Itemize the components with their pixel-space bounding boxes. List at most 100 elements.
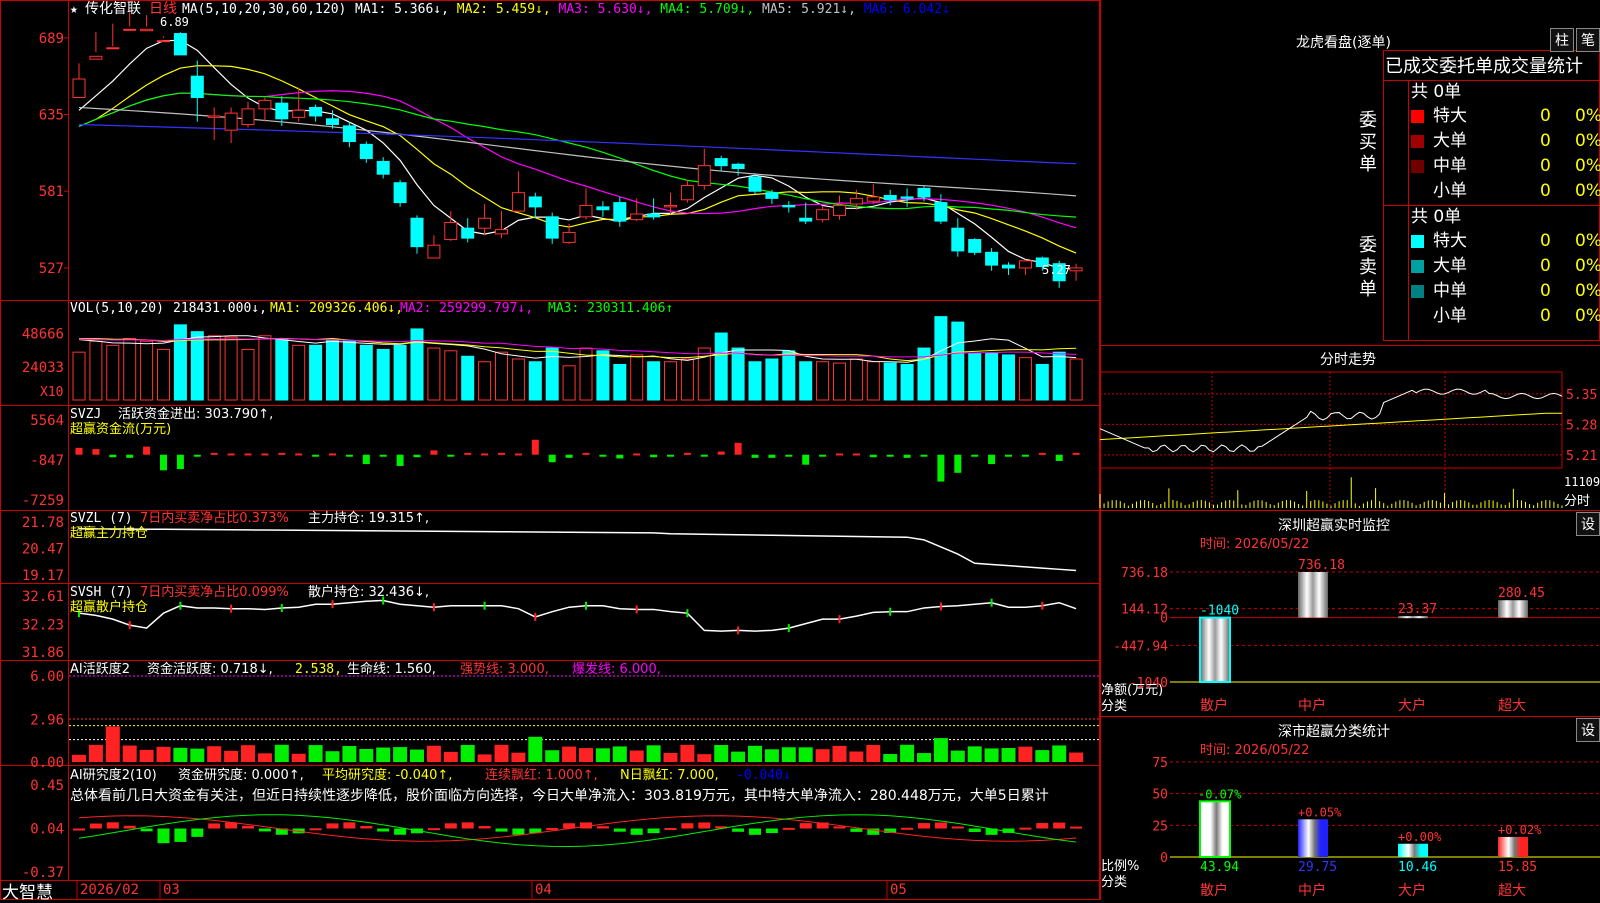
svzj-bar: [75, 447, 83, 455]
volume-bar: [207, 335, 221, 401]
volume-bar: [461, 355, 475, 401]
classify-title: 深市超赢分类统计: [1278, 724, 1390, 740]
candle-body: [545, 216, 559, 239]
svzj-bar: [988, 454, 996, 465]
volume-bar: [765, 358, 779, 401]
order-count: 0: [1540, 106, 1551, 126]
ai2-bar: [309, 828, 322, 831]
candle-body: [630, 213, 644, 221]
ai1-bar: [410, 749, 424, 762]
ai1-bar: [849, 751, 864, 762]
ai1-bar: [105, 726, 120, 762]
ai2-bar: [444, 823, 457, 829]
ai2-bar: [360, 825, 373, 829]
classify-tick: 75: [1152, 756, 1168, 771]
ai2-line-green: [78, 814, 1077, 848]
order-percent: 0%: [1575, 281, 1600, 301]
svzj-bar: [362, 454, 370, 465]
classify-tick: 0: [1160, 851, 1168, 866]
svzj-bar: [295, 453, 303, 456]
svsh-sub: 超赢散户持仓: [70, 599, 148, 615]
ai1-bar: [579, 748, 593, 762]
ai2-bar: [1036, 823, 1049, 829]
intraday-tick: 5.28: [1566, 418, 1597, 433]
ai2-bar: [833, 826, 846, 829]
ai2-bar: [123, 825, 136, 829]
svzj-bar: [498, 452, 505, 455]
ma-values: MA1: 5.366↓, MA2: 5.459↓, MA3: 5.630↓, M…: [355, 2, 950, 17]
svzj-sub: 超赢资金流(万元): [70, 421, 171, 437]
svsh-marker: [128, 621, 131, 630]
ai2-bar: [427, 828, 440, 831]
intraday-chart: 5.35 5.28 5.21 11109 分时: [1099, 371, 1600, 510]
volume-bar: [1002, 354, 1015, 401]
order-type: 大单: [1433, 256, 1467, 276]
tick-mode-button[interactable]: 笔: [1576, 28, 1600, 52]
ai2-bar: [495, 828, 508, 832]
svzj-bar: [345, 454, 353, 457]
lhb-title: 龙虎看盘(逐单): [1296, 35, 1391, 51]
volume-bar: [309, 344, 323, 401]
order-swatch: [1411, 285, 1424, 298]
order-count: 0: [1540, 281, 1551, 301]
ai1-bar: [1052, 745, 1067, 762]
svzj-bar: [244, 453, 252, 456]
ai2-bar: [89, 823, 102, 829]
price-tick: 581: [39, 184, 64, 200]
volume-bar: [275, 339, 289, 401]
bar-mode-button[interactable]: 柱: [1550, 28, 1574, 52]
svzj-bar: [160, 454, 167, 471]
candle-body: [917, 187, 931, 198]
intraday-price-line: [1099, 388, 1563, 453]
candle-body: [985, 251, 999, 266]
svzl-main: 主力持仓: 19.315↑,: [308, 511, 429, 526]
ai2-bar: [951, 826, 964, 829]
ai1-bar: [545, 750, 560, 762]
candle-body: [951, 227, 965, 252]
volume-bar: [664, 361, 677, 401]
svzj-bar: [565, 454, 573, 458]
monitor-settings-button[interactable]: 设: [1576, 512, 1600, 536]
candle-body: [106, 47, 120, 50]
svzj-bar: [430, 450, 438, 455]
vol-unit: X10: [40, 385, 63, 400]
classify-settings-button[interactable]: 设: [1576, 718, 1600, 742]
volume-bar: [528, 361, 542, 401]
svzj-chart: 5564 -847 -7259: [22, 413, 1080, 509]
candle-body: [342, 125, 356, 143]
volume-bar: [292, 344, 306, 401]
monitor-category-label: 分类: [1101, 699, 1127, 714]
volume-bar: [427, 347, 441, 401]
ai1-bar: [933, 738, 948, 762]
ai1-bar: [139, 749, 154, 762]
svzj-bar: [599, 454, 607, 457]
order-row: 大单 0 0%: [1385, 129, 1600, 154]
svsh-marker: [1041, 601, 1044, 610]
svzj-bar: [920, 454, 928, 457]
classify-unit: 比例%: [1101, 859, 1139, 874]
order-type: 中单: [1433, 281, 1467, 301]
order-row: 中单 0 0%: [1385, 279, 1600, 304]
ai2-bar: [242, 825, 254, 829]
order-percent: 0%: [1575, 181, 1600, 201]
ma-prefix: MA(5,10,20,30,60,120): [182, 2, 346, 17]
svzj-bar: [819, 454, 827, 457]
classify-category-label: 分类: [1101, 875, 1127, 890]
svzj-bar: [464, 452, 472, 455]
ai2-d: N日飘红: 7.000,: [620, 767, 719, 783]
volume-bar: [900, 363, 914, 401]
ai1-e: 爆发线: 6.000,: [572, 661, 661, 677]
candle-body: [866, 196, 880, 202]
svsh-marker: [280, 603, 283, 612]
svzj-bar: [700, 454, 708, 457]
candle-body: [833, 204, 846, 216]
ai2-bar: [140, 828, 153, 832]
classify-bar: [1199, 800, 1231, 858]
ai1-bar: [359, 748, 374, 762]
volume-bar: [714, 332, 728, 401]
volume-bar: [495, 351, 508, 401]
candle-body: [72, 78, 86, 98]
volume-bar: [258, 335, 272, 401]
order-swatch: [1411, 160, 1424, 173]
volume-bar: [106, 344, 120, 401]
